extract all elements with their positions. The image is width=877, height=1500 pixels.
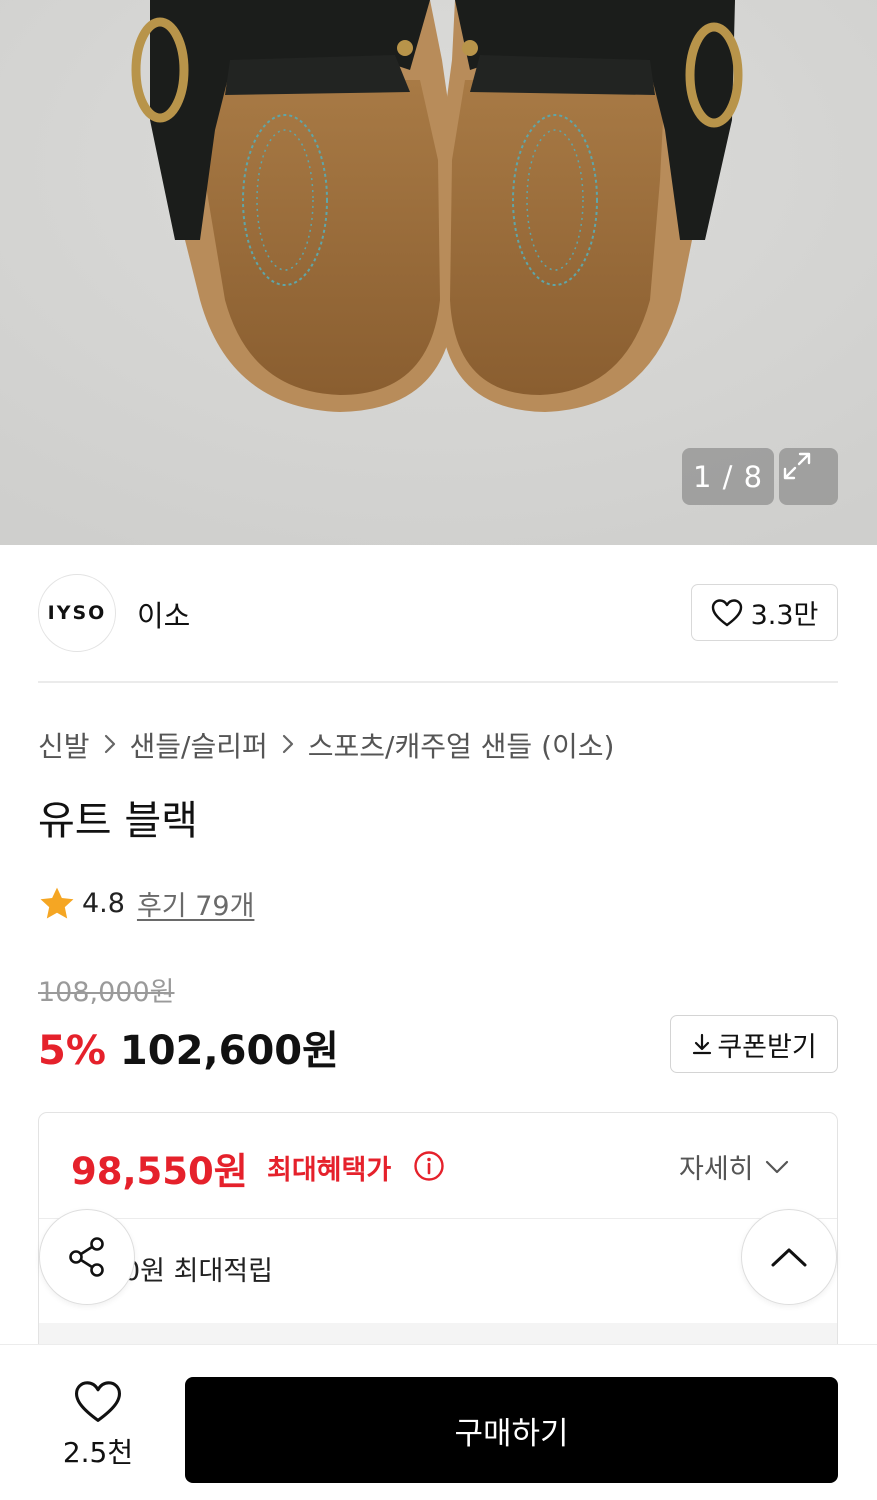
expand-icon [783, 452, 811, 480]
download-icon [693, 1033, 712, 1055]
coupon-label: 쿠폰받기 [717, 1031, 817, 1063]
wish-button[interactable]: 2.5천 [38, 1379, 158, 1471]
rating-summary: 4.8 후기 79개 [38, 884, 254, 923]
max-benefit-price: 98,550원 [71, 1150, 248, 1193]
benefit-detail-button[interactable]: 자세히 [679, 1147, 790, 1186]
star-icon [40, 887, 74, 919]
detail-label: 자세히 [679, 1154, 754, 1185]
max-benefit-row: 98,550원 최대혜택가 자세히 [39, 1113, 837, 1219]
heart-icon [75, 1381, 121, 1422]
reviews-link[interactable]: 후기 79개 [137, 884, 254, 923]
chevron-right-icon [90, 729, 130, 762]
original-price: 108,000원 [38, 977, 175, 1008]
discount-rate: 5% [38, 1028, 106, 1074]
wish-count: 2.5천 [62, 1436, 134, 1469]
benefit-box: 98,550원 최대혜택가 자세히 0원 최대적립 [38, 1112, 838, 1372]
max-points-text: 0원 최대적립 [123, 1256, 273, 1287]
chevron-right-icon [268, 729, 308, 762]
share-icon [69, 1237, 104, 1277]
expand-image-button[interactable] [779, 448, 838, 505]
divider [38, 681, 838, 683]
product-title: 유트 블랙 [38, 798, 198, 844]
heart-icon [711, 598, 742, 626]
breadcrumb-item[interactable]: 샌들/슬리퍼 [130, 725, 268, 765]
coupon-button[interactable]: 쿠폰받기 [670, 1015, 838, 1073]
sale-price: 102,600원 [119, 1028, 339, 1074]
brand-like-count: 3.3만 [750, 600, 819, 631]
buy-label: 구매하기 [454, 1415, 569, 1452]
breadcrumb: 신발 샌들/슬리퍼 스포츠/캐주얼 샌들 (이소) [38, 725, 614, 765]
brand-name[interactable]: 이소 [137, 593, 190, 635]
brand-logo-text: IYSO [47, 602, 107, 624]
max-benefit-label: 최대혜택가 [267, 1155, 392, 1186]
share-button[interactable] [39, 1209, 135, 1305]
info-icon[interactable] [413, 1150, 445, 1182]
brand-like-button[interactable]: 3.3만 [691, 584, 838, 641]
brand-logo[interactable]: IYSO [38, 574, 116, 652]
breadcrumb-item[interactable]: 스포츠/캐주얼 샌들 (이소) [308, 725, 615, 765]
chevron-up-icon [771, 1248, 807, 1267]
buy-button[interactable]: 구매하기 [185, 1377, 838, 1483]
chevron-down-icon [765, 1160, 788, 1173]
sale-price-row: 5% 102,600원 [38, 1018, 339, 1076]
scroll-top-button[interactable] [741, 1209, 837, 1305]
image-counter: 1 / 8 [682, 448, 774, 505]
rating-score: 4.8 [82, 888, 125, 919]
bottom-action-bar: 2.5천 구매하기 [0, 1344, 877, 1500]
breadcrumb-item[interactable]: 신발 [38, 725, 90, 765]
product-image-gallery[interactable]: 1 / 8 [0, 0, 877, 545]
